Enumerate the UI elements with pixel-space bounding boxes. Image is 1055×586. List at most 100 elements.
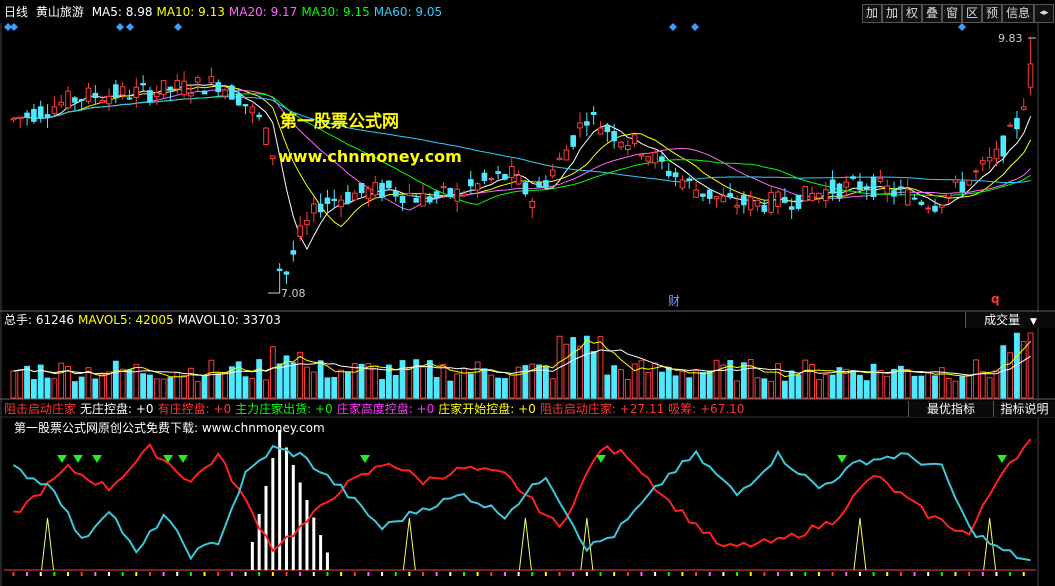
volume-bar bbox=[71, 381, 78, 399]
candle-body bbox=[904, 189, 911, 206]
candle-body bbox=[556, 157, 563, 161]
candle-body bbox=[843, 181, 850, 188]
candle-body bbox=[788, 206, 795, 210]
candle-body bbox=[986, 156, 993, 162]
volume-bar bbox=[256, 359, 263, 399]
candle-body bbox=[78, 98, 85, 101]
best-indicator-button[interactable]: 最优指标 bbox=[908, 401, 993, 417]
candle-body bbox=[1027, 63, 1034, 88]
volume-bar bbox=[522, 365, 529, 399]
candle-body bbox=[713, 195, 720, 200]
candle-body bbox=[911, 197, 918, 200]
candle-body bbox=[973, 170, 979, 173]
indicator-tick bbox=[67, 572, 70, 576]
volume-bar bbox=[310, 371, 317, 399]
indicator-tick bbox=[927, 572, 930, 576]
indicator-legend-item-7: 吸筹: +67.10 bbox=[668, 402, 745, 416]
candle-body bbox=[720, 195, 727, 203]
indicator-tick bbox=[845, 572, 848, 576]
indicator-subtitle: 第一股票公式网原创公式免费下载: www.chnmoney.com bbox=[14, 421, 325, 435]
indicator-tick bbox=[176, 572, 179, 576]
indicator-help-button[interactable]: 指标说明 bbox=[993, 401, 1055, 417]
indicator-tick bbox=[681, 572, 684, 576]
candle-body bbox=[99, 100, 105, 103]
candle-body bbox=[659, 156, 665, 162]
candle-body bbox=[727, 193, 734, 198]
volume-bar bbox=[454, 373, 461, 399]
candle-body bbox=[980, 160, 986, 165]
volume-indicator-button[interactable]: 成交量 ▼ bbox=[965, 312, 1055, 328]
volume-bar bbox=[809, 364, 816, 399]
candle-body bbox=[297, 225, 303, 237]
indicator-legend: 阻击启动庄家 无庄控盘: +0 有庄控盘: +0 主力庄家出货: +0 庄家高度控盘: … bbox=[4, 402, 748, 416]
volume-bar bbox=[877, 370, 884, 399]
candle-body bbox=[795, 194, 802, 209]
volume-bar bbox=[474, 361, 481, 399]
panel-frames bbox=[0, 23, 1055, 586]
volume-bar bbox=[829, 374, 836, 399]
ma30-line bbox=[13, 93, 1031, 205]
candle-body bbox=[939, 204, 945, 208]
candle-body bbox=[877, 177, 884, 183]
candle-body bbox=[399, 195, 406, 203]
candle-body bbox=[433, 191, 440, 198]
indicator-legend-item-1: 无庄控盘: +0 bbox=[80, 402, 154, 416]
indicator-tick bbox=[790, 572, 793, 576]
indicator-tick bbox=[667, 572, 670, 576]
volume-bar bbox=[10, 370, 17, 399]
volume-bar bbox=[263, 379, 269, 399]
candle-body bbox=[536, 182, 542, 188]
volume-bar bbox=[433, 377, 440, 399]
indicator-tick bbox=[517, 572, 520, 576]
indicator-tick bbox=[804, 572, 807, 576]
volume-bar bbox=[276, 363, 283, 399]
candle-body bbox=[153, 92, 160, 98]
candle-body bbox=[782, 197, 788, 203]
volume-bar bbox=[58, 362, 65, 399]
candle-body bbox=[447, 188, 454, 198]
volume-bar bbox=[597, 336, 604, 399]
volume-bar bbox=[911, 375, 918, 399]
volume-bar bbox=[713, 359, 720, 399]
candle-body bbox=[898, 186, 904, 190]
volume-bar bbox=[904, 368, 911, 399]
indicator-tick bbox=[722, 572, 725, 576]
volume-bar bbox=[563, 343, 570, 399]
indicator-tick bbox=[858, 572, 861, 576]
candle-body bbox=[454, 188, 460, 202]
volume-bar bbox=[816, 379, 822, 399]
volume-bar bbox=[338, 369, 345, 399]
candle-body bbox=[317, 203, 324, 213]
indicator-tick bbox=[899, 572, 902, 576]
candle-body bbox=[160, 80, 167, 96]
volume-bar bbox=[870, 363, 877, 399]
candle-body bbox=[386, 180, 392, 189]
indicator-tick bbox=[777, 572, 779, 576]
volume-bar bbox=[447, 380, 454, 399]
indicator-tick bbox=[626, 572, 629, 576]
candle-body bbox=[440, 185, 447, 189]
fin-marker: 财 bbox=[668, 294, 680, 308]
volume-bar bbox=[440, 364, 447, 399]
candle-body bbox=[310, 203, 317, 214]
indicator-legend-item-3: 主力庄家出货: +0 bbox=[235, 402, 333, 416]
volume-bar bbox=[297, 351, 304, 399]
volume-bar bbox=[659, 371, 665, 399]
buy-signal-icon bbox=[997, 455, 1007, 463]
indicator-tick bbox=[121, 572, 124, 576]
candle-body bbox=[58, 101, 65, 106]
candle-body bbox=[618, 141, 624, 148]
volume-bar bbox=[993, 370, 1000, 399]
indicator-legend-item-0: 阻击启动庄家 bbox=[4, 402, 77, 416]
candle-body bbox=[570, 135, 577, 147]
candle-body bbox=[850, 176, 856, 179]
candle-body bbox=[427, 196, 433, 203]
candle-body bbox=[993, 148, 1000, 160]
volume-bar bbox=[986, 377, 993, 399]
indicator-tick bbox=[107, 572, 110, 576]
indicator-tick bbox=[654, 572, 657, 576]
candle-body bbox=[549, 169, 556, 177]
indicator-tick bbox=[913, 572, 916, 576]
volume-bar bbox=[153, 378, 160, 399]
candle-body bbox=[679, 179, 686, 189]
